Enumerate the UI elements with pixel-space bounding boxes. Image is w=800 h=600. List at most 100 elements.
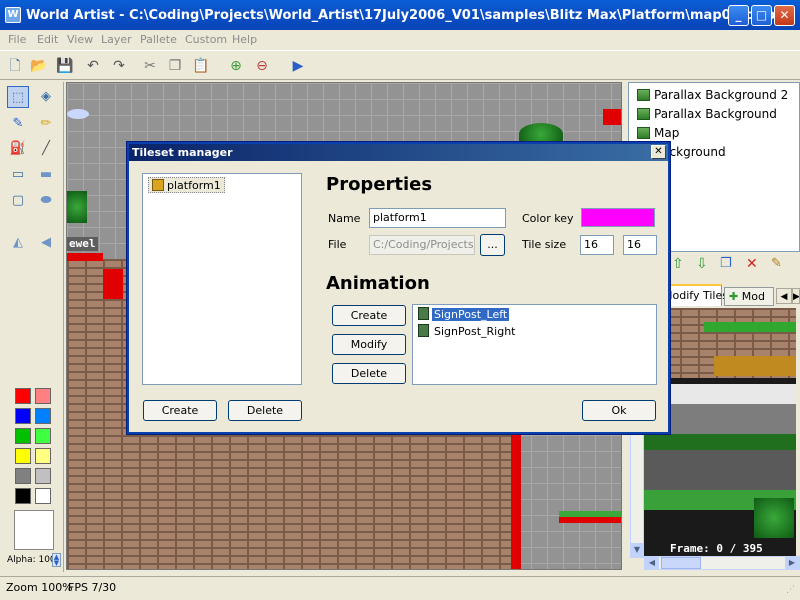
status-bar: Zoom 100% FPS 7/30 ⋰ (0, 576, 800, 600)
palette-swatch[interactable] (35, 468, 51, 484)
list-item[interactable]: SignPost_Right (418, 324, 517, 338)
tab-scroll-right[interactable]: ▶ (792, 288, 800, 304)
menu-custom[interactable]: Custom (185, 33, 227, 46)
fill-bucket-icon[interactable]: ⛽ (7, 138, 29, 160)
scroll-left-icon[interactable]: ◀ (645, 557, 659, 569)
tile-hscrollbar[interactable]: ◀ ▶ (644, 556, 800, 570)
filled-rounded-rect-icon[interactable]: ⬬ (35, 190, 57, 212)
ok-button[interactable]: Ok (582, 400, 656, 421)
menu-file[interactable]: File (8, 33, 26, 46)
rectangle-icon[interactable]: ▭ (7, 164, 29, 186)
pen-icon[interactable]: ✎ (7, 113, 29, 135)
minimize-button[interactable]: _ (728, 5, 749, 26)
close-button[interactable]: ✕ (774, 5, 795, 26)
maximize-button[interactable]: □ (751, 5, 772, 26)
scroll-right-icon[interactable]: ▶ (785, 557, 799, 569)
menu-view[interactable]: View (67, 33, 93, 46)
tile-size-label: Tile size (522, 238, 567, 251)
filled-rectangle-icon[interactable]: ▬ (35, 164, 57, 186)
select-rect-icon[interactable]: ⬚ (7, 86, 29, 108)
create-tileset-button[interactable]: Create (143, 400, 217, 421)
pencil-icon[interactable]: ✏ (35, 113, 57, 135)
eraser-icon[interactable]: ◈ (35, 86, 57, 108)
color-key-swatch[interactable] (581, 208, 655, 227)
redo-icon[interactable]: ↷ (109, 56, 129, 76)
menu-help[interactable]: Help (232, 33, 257, 46)
list-item[interactable]: platform1 (148, 177, 225, 193)
window-title: World Artist - C:\Coding\Projects\World_… (26, 8, 776, 23)
tileset-list[interactable]: platform1 (142, 173, 302, 385)
palette-swatch[interactable] (35, 488, 51, 504)
undo-icon[interactable]: ↶ (83, 56, 103, 76)
tab-mod[interactable]: ✚ Mod (724, 287, 774, 306)
scroll-down-icon[interactable]: ▼ (631, 543, 643, 557)
delete-animation-button[interactable]: Delete (332, 363, 406, 384)
delete-layer-icon[interactable]: ✕ (746, 256, 758, 272)
resize-grip-icon[interactable]: ⋰ (786, 585, 795, 595)
copy-icon[interactable]: ❐ (165, 56, 185, 76)
tile-width-field[interactable]: 16 (580, 235, 614, 255)
list-item[interactable]: SignPost_Left (418, 307, 510, 321)
menu-bar: File Edit View Layer Pallete Custom Help (0, 30, 800, 49)
palette-swatch[interactable] (15, 448, 31, 464)
flip-horizontal-icon[interactable]: ◀ (35, 232, 57, 254)
flip-vertical-icon[interactable]: ◭ (7, 232, 29, 254)
tool-panel: ⬚ ◈ ✎ ✏ ⛽ ╱ ▭ ▬ ▢ ⬬ ◭ ◀ Alpha: 100 ▲ ▼ (0, 82, 64, 572)
toolbar: 🗋 📂 💾 ↶ ↷ ✂ ❐ 📋 ⊕ ⊖ ▶ (0, 50, 800, 80)
open-folder-icon[interactable]: 📂 (29, 56, 49, 76)
scroll-thumb[interactable] (661, 557, 701, 569)
layer-item[interactable]: Map (637, 126, 679, 140)
duplicate-layer-icon[interactable]: ❐ (720, 256, 732, 271)
palette-swatch[interactable] (15, 428, 31, 444)
play-icon[interactable]: ▶ (288, 56, 308, 76)
palette-swatch[interactable] (35, 428, 51, 444)
palette-swatch[interactable] (15, 468, 31, 484)
tab-scroll-left[interactable]: ◀ (776, 288, 792, 304)
tile-crates (714, 356, 796, 376)
zoom-out-icon[interactable]: ⊖ (252, 56, 272, 76)
save-icon[interactable]: 💾 (55, 56, 75, 76)
red-edge (511, 427, 521, 569)
tileset-manager-dialog: Tileset manager ✕ platform1 Create Delet… (127, 142, 670, 434)
menu-layer[interactable]: Layer (101, 33, 132, 46)
animation-list[interactable]: SignPost_Left SignPost_Right (412, 304, 657, 385)
palette-swatch[interactable] (15, 408, 31, 424)
palette-swatch[interactable] (15, 388, 31, 404)
move-down-icon[interactable]: ⇩ (696, 256, 708, 272)
cut-icon[interactable]: ✂ (140, 56, 160, 76)
paste-icon[interactable]: 📋 (191, 56, 211, 76)
layer-item[interactable]: Parallax Background (637, 107, 777, 121)
frame-readout: Frame: 0 / 395 (670, 542, 763, 555)
layer-item[interactable]: Parallax Background 2 (637, 88, 788, 102)
browse-button[interactable]: ... (480, 234, 505, 256)
name-field[interactable]: platform1 (369, 208, 506, 228)
palette-swatch[interactable] (35, 408, 51, 424)
new-file-icon[interactable]: 🗋 (5, 56, 25, 76)
menu-pallete[interactable]: Pallete (140, 33, 177, 46)
app-icon: W (5, 7, 21, 23)
palette-swatch[interactable] (15, 488, 31, 504)
palette-swatch[interactable] (35, 448, 51, 464)
layer-properties-icon[interactable]: ✎ (771, 256, 782, 271)
rounded-rect-icon[interactable]: ▢ (7, 190, 29, 212)
menu-edit[interactable]: Edit (37, 33, 58, 46)
properties-heading: Properties (326, 174, 433, 195)
title-bar: W World Artist - C:\Coding\Projects\Worl… (0, 0, 800, 30)
red-edge (603, 109, 621, 125)
delete-tileset-button[interactable]: Delete (228, 400, 302, 421)
dialog-close-icon[interactable]: ✕ (651, 145, 666, 159)
platform-ledge (559, 511, 621, 523)
create-animation-button[interactable]: Create (332, 305, 406, 326)
tile-height-field[interactable]: 16 (623, 235, 657, 255)
move-up-icon[interactable]: ⇧ (672, 256, 684, 272)
layer-icon (637, 127, 650, 139)
line-icon[interactable]: ╱ (35, 138, 57, 160)
zoom-in-icon[interactable]: ⊕ (226, 56, 246, 76)
film-icon (418, 324, 429, 337)
alpha-spinner[interactable]: ▲ ▼ (52, 553, 61, 567)
modify-animation-button[interactable]: Modify (332, 334, 406, 355)
palette-swatch[interactable] (35, 388, 51, 404)
tile-grass (704, 322, 796, 332)
tile-palm (754, 498, 794, 538)
sign-text: ewel (67, 237, 98, 251)
